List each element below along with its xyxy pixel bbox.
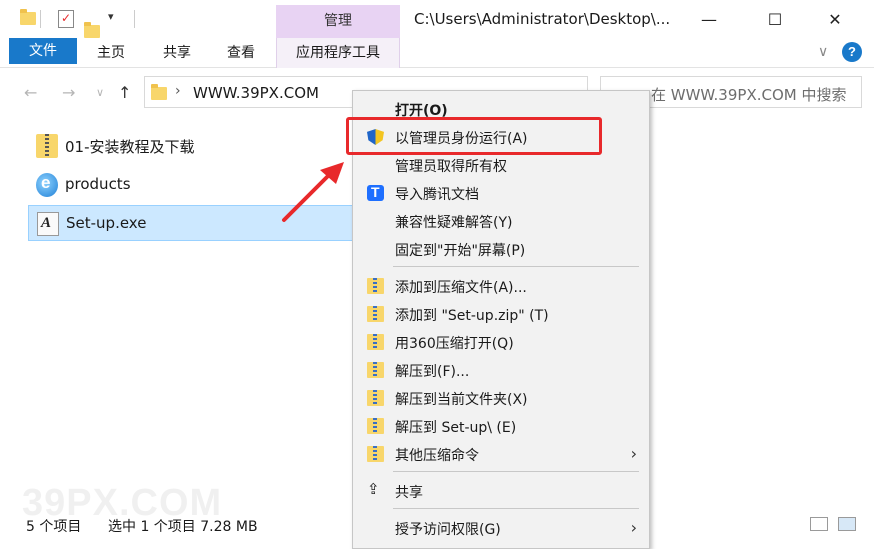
file-name: products — [65, 175, 131, 193]
archive-icon — [367, 446, 384, 462]
close-button[interactable]: ✕ — [812, 0, 858, 38]
maximize-button[interactable]: ☐ — [752, 0, 798, 38]
chevron-right-icon: › — [630, 444, 637, 463]
selection-info: 选中 1 个项目 7.28 MB — [108, 519, 258, 535]
tab-home[interactable]: 主页 — [88, 38, 134, 68]
address-path[interactable]: WWW.39PX.COM — [193, 84, 319, 102]
zip-folder-icon — [36, 134, 58, 158]
annotation-arrow — [282, 162, 344, 222]
context-tab-header: 管理 — [276, 5, 400, 38]
menu-item-grant-access[interactable]: 授予访问权限(G) › — [355, 514, 649, 542]
annotation-highlight-box — [346, 117, 602, 155]
recent-locations-icon[interactable]: ∨ — [96, 86, 104, 99]
menu-item-add-to-archive[interactable]: 添加到压缩文件(A)... — [355, 272, 649, 300]
back-arrow-icon[interactable]: ← — [24, 83, 37, 102]
tab-application-tools[interactable]: 应用程序工具 — [276, 38, 400, 68]
tab-file[interactable]: 文件 — [9, 38, 77, 64]
context-menu: 打开(O) 以管理员身份运行(A) 管理员取得所有权 导入腾讯文档 兼容性疑难解… — [352, 90, 650, 549]
archive-icon — [367, 418, 384, 434]
divider — [40, 10, 41, 28]
chevron-right-icon[interactable]: › — [175, 83, 181, 99]
ie-icon — [36, 173, 58, 197]
ribbon-tabs: 文件 主页 共享 查看 应用程序工具 ∨ ? — [0, 38, 874, 68]
tab-share[interactable]: 共享 — [154, 38, 200, 68]
tab-view[interactable]: 查看 — [218, 38, 264, 68]
large-icons-view-icon[interactable] — [838, 517, 856, 531]
item-count: 5 个项目 — [26, 519, 82, 535]
archive-icon — [367, 390, 384, 406]
menu-item-extract-here[interactable]: 解压到当前文件夹(X) — [355, 384, 649, 412]
folder-icon — [151, 84, 167, 100]
up-arrow-icon[interactable]: ↑ — [118, 83, 131, 102]
help-button[interactable]: ? — [842, 42, 862, 62]
forward-arrow-icon[interactable]: → — [62, 83, 75, 102]
menu-item-take-ownership[interactable]: 管理员取得所有权 — [355, 151, 649, 179]
chevron-right-icon: › — [630, 518, 637, 537]
exe-icon — [37, 212, 59, 236]
menu-item-extract-to[interactable]: 解压到(F)... — [355, 356, 649, 384]
menu-item-open-with-360[interactable]: 用360压缩打开(Q) — [355, 328, 649, 356]
file-name: 01-安装教程及下载 — [65, 138, 195, 156]
details-view-icon[interactable] — [810, 517, 828, 531]
folder-icon — [20, 9, 36, 25]
minimize-button[interactable]: — — [686, 0, 732, 38]
tencent-docs-icon — [367, 184, 384, 201]
menu-item-add-to-zip[interactable]: 添加到 "Set-up.zip" (T) — [355, 300, 649, 328]
search-placeholder: 在 WWW.39PX.COM 中搜索 — [651, 86, 847, 104]
archive-icon — [367, 362, 384, 378]
list-item[interactable]: 01-安装教程及下载 — [28, 128, 368, 164]
chevron-down-icon[interactable]: ∨ — [818, 44, 828, 60]
menu-item-pin-to-start[interactable]: 固定到"开始"屏幕(P) — [355, 235, 649, 263]
archive-icon — [367, 278, 384, 294]
title-bar: ✓ ▾ 管理 C:\Users\Administrator\Desktop\..… — [0, 0, 874, 38]
menu-separator — [393, 266, 639, 267]
menu-item-other-archive-commands[interactable]: 其他压缩命令 › — [355, 440, 649, 468]
menu-item-compatibility[interactable]: 兼容性疑难解答(Y) — [355, 207, 649, 235]
properties-icon[interactable]: ✓ — [58, 10, 74, 28]
menu-separator — [393, 508, 639, 509]
divider — [134, 10, 135, 28]
file-name: Set-up.exe — [66, 214, 147, 232]
menu-separator — [393, 471, 639, 472]
menu-item-extract-to-folder[interactable]: 解压到 Set-up\ (E) — [355, 412, 649, 440]
window-title: C:\Users\Administrator\Desktop\... — [414, 10, 671, 28]
new-folder-icon[interactable] — [84, 22, 100, 38]
menu-item-share[interactable]: ⇪ 共享 — [355, 477, 649, 505]
customize-quick-access-icon[interactable]: ▾ — [108, 10, 114, 23]
archive-icon — [367, 334, 384, 350]
share-icon: ⇪ — [367, 480, 380, 498]
menu-item-import-tencent-docs[interactable]: 导入腾讯文档 — [355, 179, 649, 207]
archive-icon — [367, 306, 384, 322]
